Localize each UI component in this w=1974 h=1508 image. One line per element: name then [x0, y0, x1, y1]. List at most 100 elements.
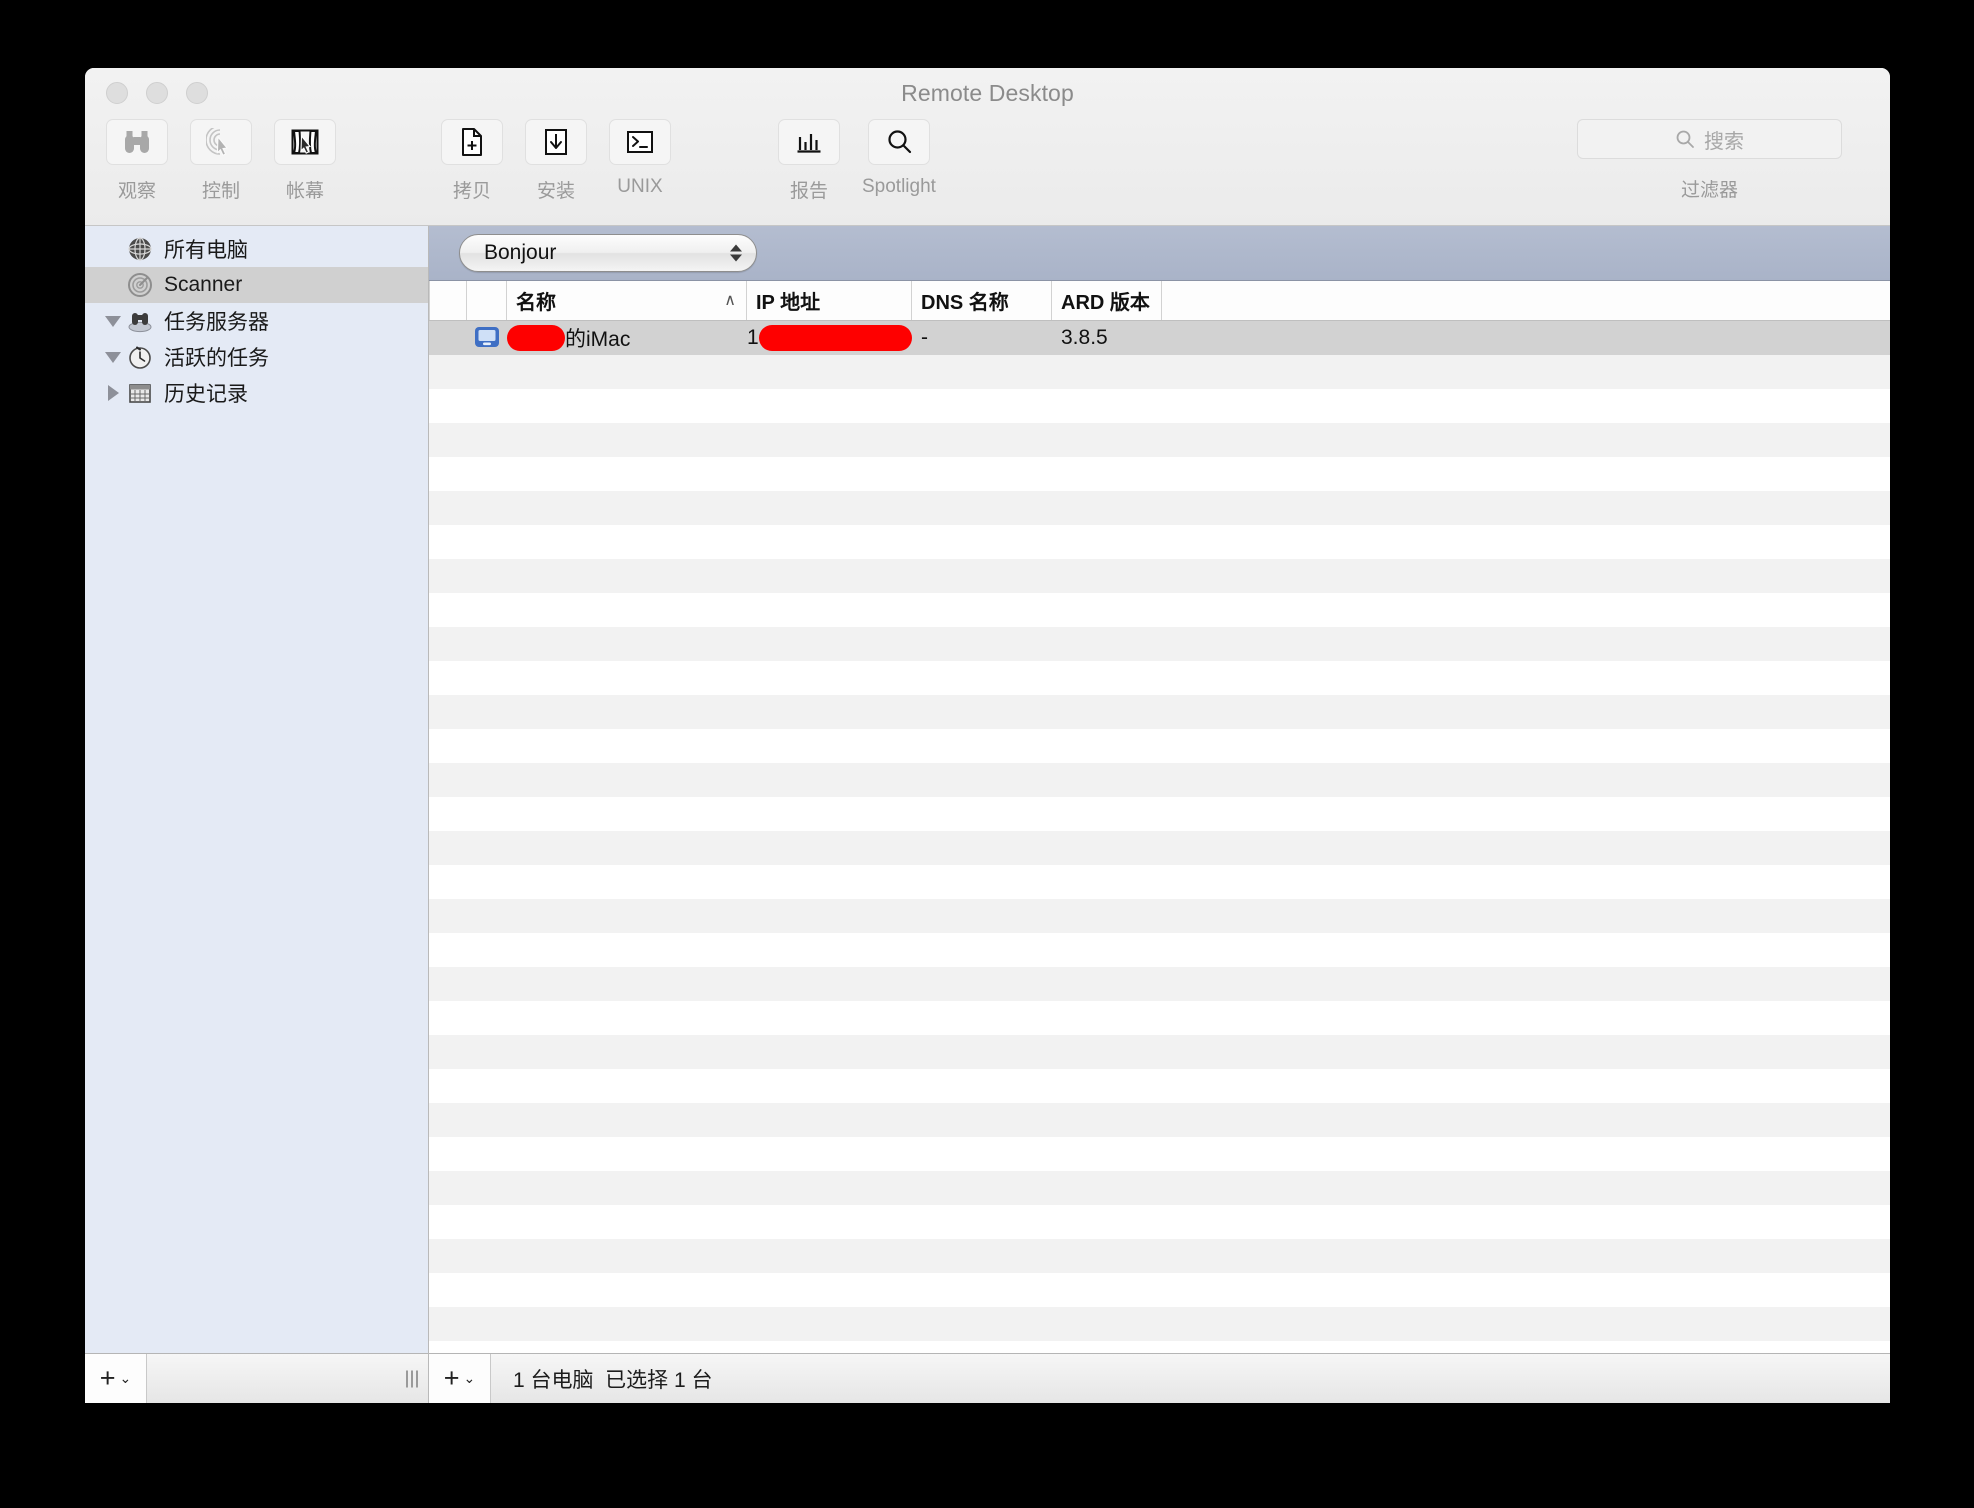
table-row[interactable]: 的iMac 1 - 3.8.5 [429, 320, 1890, 355]
disclosure-triangle-right-icon[interactable] [103, 385, 123, 401]
globe-network-icon [127, 236, 153, 262]
toolbar-item-spotlight[interactable]: Spotlight [862, 119, 936, 198]
table-row-empty[interactable] [429, 1238, 1890, 1273]
status-bar: + ⌄ 1 台电脑 已选择 1 台 [429, 1353, 1890, 1403]
disclosure-triangle-down-icon[interactable] [103, 351, 123, 363]
stepper-arrows-icon [730, 244, 742, 262]
toolbar-item-copy[interactable]: 拷贝 [441, 119, 503, 203]
report-button[interactable] [778, 119, 840, 165]
toolbar-group-info: 报告 Spotlight [778, 119, 936, 203]
table-header-row: 名称 ∧ IP 地址 DNS 名称 ARD 版本 [429, 280, 1890, 321]
sidebar-item-history[interactable]: 历史记录 [85, 375, 428, 411]
table-row-empty[interactable] [429, 728, 1890, 763]
add-list-button[interactable]: + ⌄ [85, 1354, 147, 1403]
table-row-empty[interactable] [429, 1272, 1890, 1307]
column-header-ard[interactable]: ARD 版本 [1052, 280, 1162, 320]
column-header-status[interactable] [429, 280, 467, 320]
table-row-empty[interactable] [429, 1306, 1890, 1341]
toolbar-item-control[interactable]: 控制 [190, 119, 252, 203]
curtain-cursor-icon [291, 129, 319, 155]
empty-rows [429, 354, 1890, 1353]
document-plus-icon [462, 128, 482, 156]
table-row-empty[interactable] [429, 966, 1890, 1001]
unix-label: UNIX [617, 176, 663, 197]
disclosure-triangle-down-icon[interactable] [103, 315, 123, 327]
unix-button[interactable] [609, 119, 671, 165]
binoculars-icon [125, 131, 149, 153]
toolbar-item-observe[interactable]: 观察 [106, 119, 168, 203]
table-row-empty[interactable] [429, 694, 1890, 729]
table-row-empty[interactable] [429, 660, 1890, 695]
main-panel: Bonjour 名称 ∧ IP 地址 DNS 名称 ARD 版本 的iMac 1… [429, 226, 1890, 1403]
control-button[interactable] [190, 119, 252, 165]
scanner-toolbar: Bonjour [429, 226, 1890, 281]
table-row-empty[interactable] [429, 422, 1890, 457]
table-row-empty[interactable] [429, 490, 1890, 525]
table-row-empty[interactable] [429, 762, 1890, 797]
toolbar-item-curtain[interactable]: 帐幕 [274, 119, 336, 203]
sidebar-footer: + ⌄ [85, 1353, 428, 1403]
table-row-empty[interactable] [429, 1000, 1890, 1035]
spotlight-button[interactable] [867, 119, 930, 165]
chevron-down-icon: ⌄ [119, 1370, 132, 1386]
download-box-icon [545, 129, 567, 155]
observe-button[interactable] [106, 119, 168, 165]
clock-icon [127, 344, 153, 370]
toolbar-item-report[interactable]: 报告 [778, 119, 840, 203]
table-row-empty[interactable] [429, 1068, 1890, 1103]
calendar-icon [127, 380, 153, 406]
remote-desktop-window: Remote Desktop 观察 控制 帐幕 拷贝 安装 UNIX 报告 Sp… [85, 68, 1890, 1403]
toolbar-item-install[interactable]: 安装 [525, 119, 587, 203]
dns-name-value: - [921, 325, 928, 349]
table-row-empty[interactable] [429, 1102, 1890, 1137]
spotlight-label: Spotlight [862, 176, 936, 197]
table-row-empty[interactable] [429, 1034, 1890, 1069]
table-row-empty[interactable] [429, 1170, 1890, 1205]
curtain-button[interactable] [274, 119, 336, 165]
binoculars-puck-icon [127, 308, 153, 334]
table-row-empty[interactable] [429, 898, 1890, 933]
sidebar-item-scanner[interactable]: Scanner [85, 267, 428, 303]
column-label: ARD 版本 [1061, 291, 1150, 314]
table-row-empty[interactable] [429, 592, 1890, 627]
toolbar-item-unix[interactable]: UNIX [609, 119, 671, 198]
table-row-empty[interactable] [429, 864, 1890, 899]
copy-button[interactable] [441, 119, 503, 165]
sidebar-item-task-server[interactable]: 任务服务器 [85, 303, 428, 339]
column-header-icon[interactable] [467, 280, 507, 320]
window-body: 所有电脑 Scanner 任务服务器 活跃的任务 历史记录 + ⌄ Bonjou… [85, 226, 1890, 1403]
table-row-empty[interactable] [429, 524, 1890, 559]
bar-chart-icon [797, 134, 821, 153]
table-row-empty[interactable] [429, 1340, 1890, 1353]
search-magnifier-icon [888, 130, 912, 154]
column-header-ip[interactable]: IP 地址 [747, 280, 912, 320]
table-row-empty[interactable] [429, 626, 1890, 661]
copy-label: 拷贝 [452, 181, 491, 202]
table-row-empty[interactable] [429, 354, 1890, 389]
terminal-icon [627, 131, 653, 153]
sidebar-item-all-computers[interactable]: 所有电脑 [85, 231, 428, 267]
scan-method-popup[interactable]: Bonjour [459, 233, 757, 272]
column-label: IP 地址 [756, 291, 821, 314]
redacted-name [507, 324, 565, 351]
search-input[interactable]: 搜索 [1577, 119, 1842, 159]
column-header-name[interactable]: 名称 ∧ [507, 280, 747, 320]
table-row-empty[interactable] [429, 796, 1890, 831]
sidebar: 所有电脑 Scanner 任务服务器 活跃的任务 历史记录 + ⌄ [85, 226, 429, 1403]
table-row-empty[interactable] [429, 1204, 1890, 1239]
table-row-empty[interactable] [429, 830, 1890, 865]
table-row-empty[interactable] [429, 1136, 1890, 1171]
table-row-empty[interactable] [429, 456, 1890, 491]
column-header-dns[interactable]: DNS 名称 [912, 280, 1052, 320]
table-row-empty[interactable] [429, 388, 1890, 423]
table-row-empty[interactable] [429, 932, 1890, 967]
sidebar-item-active-tasks[interactable]: 活跃的任务 [85, 339, 428, 375]
search-icon [1676, 130, 1694, 148]
add-computer-button[interactable]: + ⌄ [429, 1354, 491, 1403]
status-text: 1 台电脑 已选择 1 台 [513, 1368, 713, 1392]
table-row-empty[interactable] [429, 558, 1890, 593]
grip-handle-icon[interactable] [406, 1370, 418, 1387]
window-title: Remote Desktop [901, 80, 1074, 106]
install-button[interactable] [525, 119, 587, 165]
install-label: 安装 [536, 181, 575, 202]
